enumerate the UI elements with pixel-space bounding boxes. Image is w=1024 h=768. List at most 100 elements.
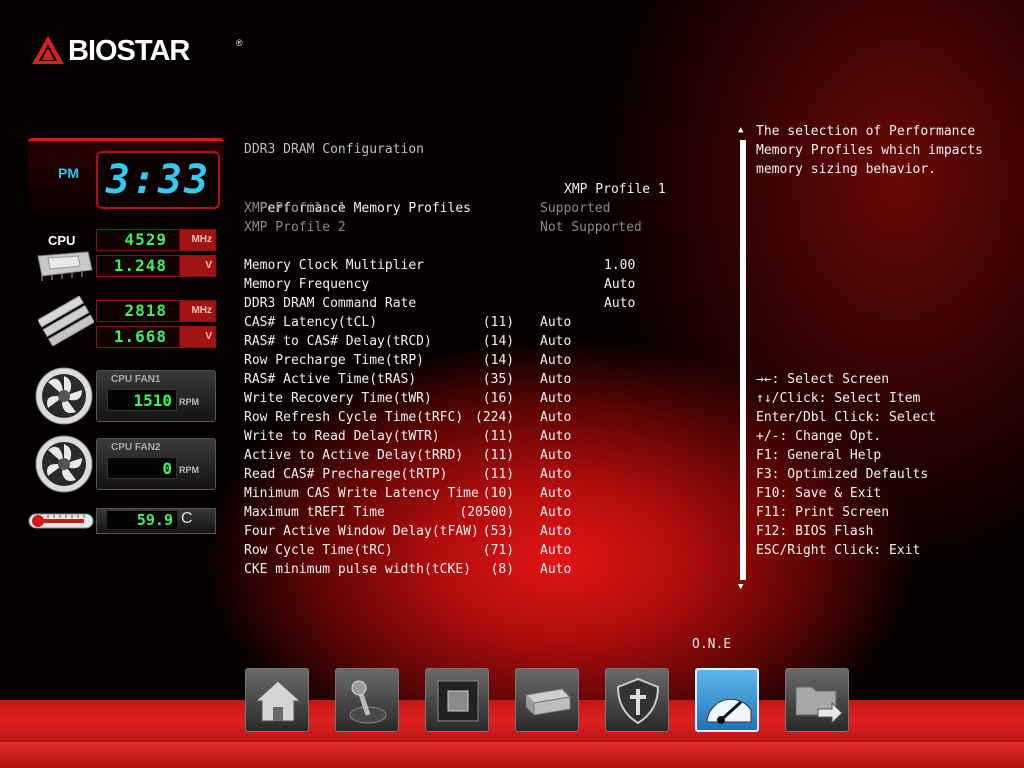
- setting-value-performance-memory-profiles[interactable]: XMP Profile 1: [564, 180, 666, 199]
- nav-home-button[interactable]: [245, 668, 309, 732]
- cpu-frequency-unit: MHz: [191, 234, 212, 245]
- scrollbar-thumb[interactable]: [740, 140, 746, 580]
- setting-value[interactable]: Auto: [540, 313, 571, 332]
- nav-floor-edge: [0, 742, 1024, 768]
- setting-row-timing[interactable]: Row Precharge Time(tRP): [244, 351, 424, 370]
- fan2-icon: [35, 435, 93, 493]
- setting-label: Memory Clock Multiplier: [244, 258, 425, 273]
- scroll-down-icon[interactable]: ▼: [738, 582, 743, 592]
- setting-value[interactable]: Auto: [604, 294, 635, 313]
- temperature-unit: C: [181, 510, 193, 527]
- setting-label: Write to Read Delay(tWTR): [244, 429, 440, 444]
- key-hint: F1: General Help: [756, 448, 882, 463]
- setting-performance-memory-profiles[interactable]: Performance Memory Profiles: [244, 180, 471, 216]
- setting-value: Supported: [540, 201, 611, 216]
- memory-voltage-unit: V: [205, 331, 212, 342]
- setting-row-timing[interactable]: CAS# Latency(tCL): [244, 313, 377, 332]
- fan2-rpm-value: 0: [107, 457, 177, 479]
- setting-row-timing[interactable]: Active to Active Delay(tRRD): [244, 446, 463, 465]
- scroll-up-icon[interactable]: ▲: [738, 125, 743, 135]
- ampm-indicator: PM: [58, 165, 79, 181]
- setting-row-timing[interactable]: CKE minimum pulse width(tCKE): [244, 560, 471, 579]
- thermometer-icon: [28, 513, 94, 529]
- setting-row-timing[interactable]: RAS# to CAS# Delay(tRCD): [244, 332, 432, 351]
- setting-row[interactable]: DDR3 DRAM Command Rate: [244, 294, 416, 313]
- nav-security-button[interactable]: [605, 668, 669, 732]
- setting-label: RAS# Active Time(tRAS): [244, 372, 417, 387]
- setting-label: XMP Profile 1: [244, 201, 346, 216]
- setting-value[interactable]: Auto: [540, 484, 571, 503]
- setting-value[interactable]: Auto: [540, 408, 571, 427]
- nav-chipset-button[interactable]: [425, 668, 489, 732]
- setting-value[interactable]: Auto: [540, 332, 571, 351]
- key-hint: +/-: Change Opt.: [756, 429, 882, 444]
- setting-label: Memory Frequency: [244, 277, 370, 292]
- setting-row[interactable]: Memory Clock Multiplier: [244, 256, 424, 275]
- memory-frequency-display: 2818 MHz: [96, 300, 216, 322]
- current-timing-value: (35): [482, 372, 515, 387]
- setting-row-timing[interactable]: Row Refresh Cycle Time(tRFC): [244, 408, 463, 427]
- setting-row-timing[interactable]: RAS# Active Time(tRAS): [244, 370, 416, 389]
- setting-value[interactable]: Auto: [540, 446, 571, 465]
- key-legend: →←: Select Screen ↑↓/Click: Select Item En…: [756, 370, 936, 560]
- setting-value[interactable]: Auto: [540, 503, 571, 522]
- setting-row-timing[interactable]: Maximum tREFI Time: [244, 503, 385, 522]
- fan1-panel: CPU FAN1 1510 RPM: [96, 370, 216, 422]
- setting-row-timing[interactable]: Minimum CAS Write Latency Time: [244, 484, 479, 503]
- key-hint: F3: Optimized Defaults: [756, 467, 929, 482]
- setting-row-timing[interactable]: Four Active Window Delay(tFAW): [244, 522, 479, 541]
- key-hint: Enter/Dbl Click: Select: [756, 410, 937, 425]
- shield-icon: [616, 677, 660, 725]
- setting-row-timing[interactable]: Row Cycle Time(tRC): [244, 541, 393, 560]
- fan2-label: CPU FAN2: [111, 442, 161, 453]
- setting-row-timing[interactable]: Write to Read Delay(tWTR): [244, 427, 440, 446]
- drive-icon: [524, 688, 572, 716]
- nav-one-button[interactable]: [695, 668, 759, 732]
- setting-label: Row Refresh Cycle Time(tRFC): [244, 410, 464, 425]
- nav-boot-button[interactable]: [515, 668, 579, 732]
- current-timing-value: (11): [482, 429, 515, 444]
- setting-value[interactable]: Auto: [540, 389, 571, 408]
- setting-label: RAS# to CAS# Delay(tRCD): [244, 334, 432, 349]
- fan1-rpm-value: 1510: [107, 389, 177, 411]
- folder-exit-icon: [795, 686, 843, 725]
- cpu-chip-icon: [37, 251, 93, 281]
- setting-label: Maximum tREFI Time: [244, 505, 385, 520]
- nav-advanced-button[interactable]: [335, 668, 399, 732]
- fan1-icon: [35, 367, 93, 425]
- temperature-panel: 59.9 C: [96, 508, 216, 534]
- setting-value[interactable]: Auto: [540, 427, 571, 446]
- setting-value[interactable]: 1.00: [604, 256, 635, 275]
- setting-label: Read CAS# Precharege(tRTP): [244, 467, 448, 482]
- nav-save-exit-button[interactable]: [785, 668, 849, 732]
- setting-value[interactable]: Auto: [604, 275, 635, 294]
- setting-row-timing[interactable]: Write Recovery Time(tWR): [244, 389, 432, 408]
- current-timing-value: (20500): [459, 505, 515, 520]
- key-hint: F10: Save & Exit: [756, 486, 882, 501]
- setting-value[interactable]: Auto: [540, 370, 571, 389]
- setting-label: CKE minimum pulse width(tCKE): [244, 562, 471, 577]
- current-timing-value: (11): [482, 315, 515, 330]
- section-title: DDR3 DRAM Configuration: [244, 142, 425, 157]
- setting-row-timing[interactable]: Read CAS# Precharege(tRTP): [244, 465, 448, 484]
- current-timing-value: (11): [482, 448, 515, 463]
- setting-label: XMP Profile 2: [244, 220, 346, 235]
- setting-value[interactable]: Auto: [540, 560, 571, 579]
- fan1-rpm-unit: RPM: [179, 397, 199, 407]
- registered-mark: ®: [236, 38, 243, 48]
- setting-value[interactable]: Auto: [540, 522, 571, 541]
- key-hint: ↑↓/Click: Select Item: [756, 391, 921, 406]
- setting-row[interactable]: Memory Frequency: [244, 275, 369, 294]
- cpu-frequency-display: 4529 MHz: [96, 229, 216, 251]
- speedometer-icon: [706, 698, 752, 724]
- key-hint: F11: Print Screen: [756, 505, 890, 520]
- setting-value[interactable]: Auto: [540, 351, 571, 370]
- setting-value: Not Supported: [540, 220, 642, 235]
- current-timing-value: (224): [475, 410, 515, 425]
- current-timing-value: (16): [482, 391, 515, 406]
- fan2-panel: CPU FAN2 0 RPM: [96, 438, 216, 490]
- clock-display: 3:33: [96, 151, 220, 209]
- cpu-voltage-unit: V: [205, 260, 212, 271]
- setting-value[interactable]: Auto: [540, 465, 571, 484]
- setting-value[interactable]: Auto: [540, 541, 571, 560]
